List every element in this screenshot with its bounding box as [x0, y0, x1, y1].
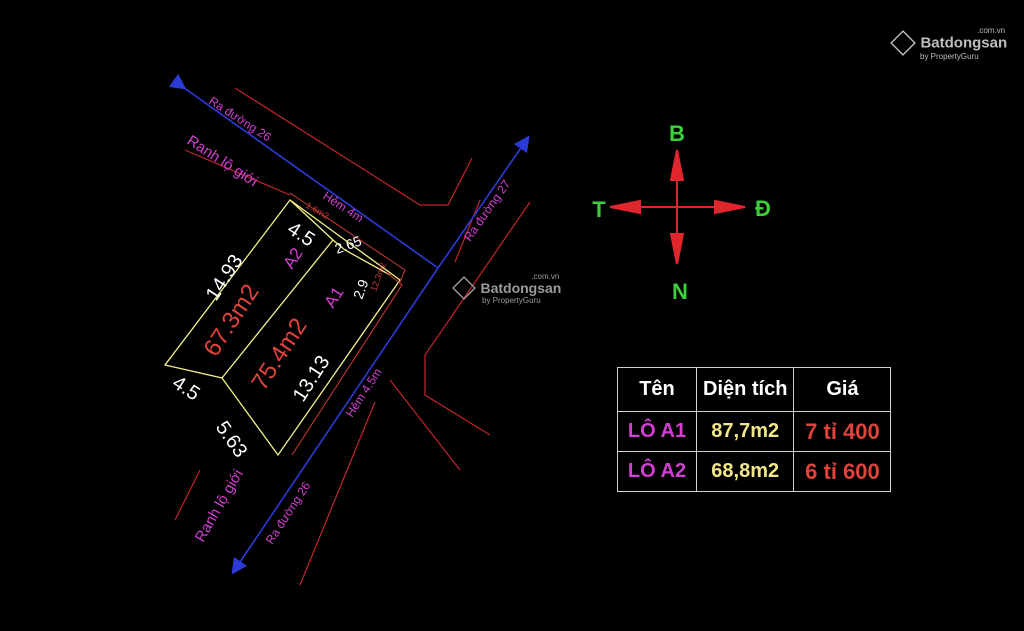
watermark-top: Batdongsan .com.vn by PropertyGuru: [890, 26, 1008, 61]
road-labels: Ra đường 26 Ra đường 27 Ra đường 26 Hẻm …: [206, 94, 513, 547]
alley-label-top: Hẻm 4m: [320, 189, 366, 225]
compass-east-label: Đ: [755, 196, 771, 221]
row-a2-price: 6 tỉ 600: [793, 451, 892, 492]
boundary-label-bottom: Ranh lộ giới: [192, 467, 247, 545]
road-label-bottom: Ra đường 26: [263, 479, 314, 547]
price-table: Tên Diện tích Giá LÔ A1 87,7m2 7 tỉ 400 …: [617, 367, 892, 492]
dimension-corner-a: 2.65: [333, 232, 364, 256]
compass-north-label: B: [669, 121, 685, 146]
alley-label-right: Hẻm 4.5m: [343, 366, 385, 420]
lot-name-a1: A1: [320, 283, 347, 311]
row-a2-area: 68,8m2: [695, 451, 795, 492]
road-label-top-right: Ra đường 27: [461, 177, 514, 244]
road-edge-right: [424, 201, 531, 436]
compass-arrow-east: [714, 199, 746, 215]
watermark-center-domain: .com.vn: [531, 272, 560, 281]
table-row: LÔ A1 87,7m2 7 tỉ 400: [617, 411, 892, 452]
brand-logo-icon: [890, 30, 916, 56]
road-edge-bottom: [299, 401, 376, 586]
row-a1-area: 87,7m2: [695, 411, 795, 452]
site-plan-drawing: Ra đường 26 Ra đường 27 Ra đường 26 Hẻm …: [163, 73, 771, 586]
table-header-row: Tên Diện tích Giá: [617, 367, 892, 412]
watermark-center-byline: by PropertyGuru: [482, 296, 541, 305]
header-area: Diện tích: [695, 367, 795, 412]
header-price: Giá: [793, 367, 892, 412]
header-name: Tên: [617, 367, 697, 412]
row-a1-name: LÔ A1: [617, 411, 697, 452]
row-a1-price: 7 tỉ 400: [793, 411, 892, 452]
compass-south-label: N: [672, 279, 688, 304]
centerline-road-26-bottom: [231, 267, 439, 575]
dimension-labels: 14.93 4.5 4.5 13.13 5.63: [168, 218, 334, 462]
row-a2-name: LÔ A2: [617, 451, 697, 492]
brand-logo-icon: [452, 276, 476, 300]
boundary-label-top: Ranh lộ giới: [184, 132, 261, 190]
dimension-bottom-right: 5.63: [211, 417, 251, 462]
compass-west-label: T: [592, 197, 606, 222]
compass-arrow-north: [669, 149, 685, 181]
strip-area-right: 12.3m2: [368, 261, 388, 293]
compass-arrow-south: [669, 233, 685, 265]
table-row: LÔ A2 68,8m2 6 tỉ 600: [617, 451, 892, 492]
watermark-brand: Batdongsan: [920, 34, 1008, 52]
watermark-domain: .com.vn: [977, 26, 1006, 35]
watermark-byline: by PropertyGuru: [920, 52, 979, 61]
watermark-center-brand: Batdongsan: [480, 280, 562, 296]
road-edge-lower-left: [174, 469, 201, 521]
watermark-center: Batdongsan .com.vn by PropertyGuru: [452, 272, 562, 305]
dimension-a1-length: 13.13: [289, 352, 335, 406]
road-edge-top: [234, 87, 473, 206]
compass: B N Đ T: [592, 121, 771, 304]
land-plot-diagram: Ra đường 26 Ra đường 27 Ra đường 26 Hẻm …: [0, 0, 1024, 631]
compass-arrow-west: [609, 199, 641, 215]
road-label-top-left: Ra đường 26: [206, 94, 274, 145]
dimension-bottom-width: 4.5: [168, 372, 203, 406]
